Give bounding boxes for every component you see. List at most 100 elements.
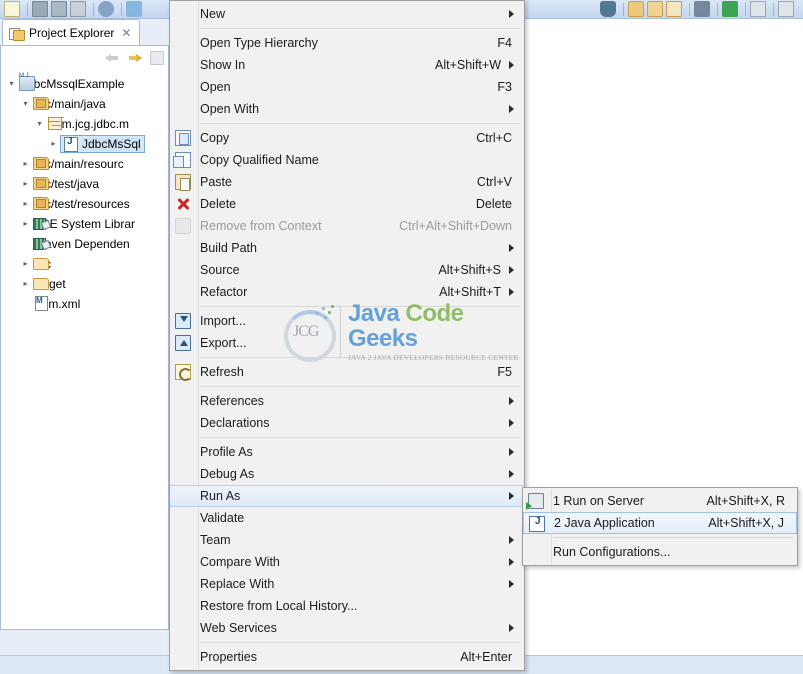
menu-item-accelerator: Delete [475, 197, 512, 211]
misc-icon[interactable] [778, 1, 794, 17]
menu-item-validate[interactable]: Validate [170, 507, 524, 529]
menu-item-label: Profile As [200, 445, 253, 459]
menu-item-2-java-application[interactable]: 2 Java Application Alt+Shift+X, J [523, 512, 797, 534]
menu-item-replace-with[interactable]: Replace With [170, 573, 524, 595]
run-icon[interactable] [722, 1, 738, 17]
print-icon[interactable] [70, 1, 86, 17]
menu-item-label: Export... [200, 336, 247, 350]
shield-icon[interactable] [694, 1, 710, 17]
menu-item-1-run-on-server[interactable]: 1 Run on Server Alt+Shift+X, R [523, 490, 797, 512]
menu-item-refresh[interactable]: Refresh F5 [170, 361, 524, 383]
tree-item[interactable]: Maven Dependen [1, 234, 168, 254]
toolbar-separator [773, 2, 774, 16]
twistie-icon[interactable]: ▸ [19, 274, 32, 294]
menu-item-open-with[interactable]: Open With [170, 98, 524, 120]
menu-item-build-path[interactable]: Build Path [170, 237, 524, 259]
menu-item-properties[interactable]: Properties Alt+Enter [170, 646, 524, 668]
menu-item-open-type-hierarchy[interactable]: Open Type Hierarchy F4 [170, 32, 524, 54]
menu-item-import[interactable]: Import... [170, 310, 524, 332]
tree-item[interactable]: ▾ com.jcg.jdbc.m [1, 114, 168, 134]
menu-item-label: Compare With [200, 555, 280, 569]
twistie-icon[interactable]: ▾ [33, 114, 46, 134]
submenu-arrow-icon [509, 492, 514, 500]
save-all-icon[interactable] [51, 1, 67, 17]
menu-item-declarations[interactable]: Declarations [170, 412, 524, 434]
submenu-arrow-icon [509, 244, 514, 252]
new-folder-icon[interactable] [666, 1, 682, 17]
twistie-icon[interactable]: ▾ [19, 94, 32, 114]
menu-item-run-configurations[interactable]: Run Configurations... [523, 541, 797, 563]
menu-item-label: Open Type Hierarchy [200, 36, 318, 50]
menu-item-copy[interactable]: Copy Ctrl+C [170, 127, 524, 149]
context-menu[interactable]: New Open Type Hierarchy F4 Show In Alt+Shift… [169, 0, 525, 671]
tree-item[interactable]: ▸ src [1, 254, 168, 274]
menu-separator [200, 357, 520, 358]
tree-item[interactable]: ▸ src/main/resourc [1, 154, 168, 174]
menu-item-source[interactable]: Source Alt+Shift+S [170, 259, 524, 281]
menu-item-web-services[interactable]: Web Services [170, 617, 524, 639]
menu-item-label: Import... [200, 314, 246, 328]
tab-label: Project Explorer [29, 25, 115, 40]
menu-item-team[interactable]: Team [170, 529, 524, 551]
tree-item[interactable]: ▸ src/test/java [1, 174, 168, 194]
menu-item-copy-qualified-name[interactable]: Copy Qualified Name [170, 149, 524, 171]
back-arrow-icon[interactable] [104, 51, 120, 65]
twistie-icon[interactable]: ▾ [5, 74, 18, 94]
tree-item[interactable]: ▾ src/main/java [1, 94, 168, 114]
submenu-arrow-icon [509, 105, 514, 113]
undo-icon[interactable] [126, 1, 142, 17]
menu-item-new[interactable]: New [170, 3, 524, 25]
open-folder-icon[interactable] [628, 1, 644, 17]
menu-item-export[interactable]: Export... [170, 332, 524, 354]
tree-item[interactable]: ▾ JdbcMssqlExample [1, 74, 168, 94]
twistie-icon[interactable]: ▸ [19, 254, 32, 274]
tab-project-explorer[interactable]: Project Explorer ✕ [2, 19, 141, 45]
menu-item-label: Declarations [200, 416, 270, 430]
menu-item-label: 1 Run on Server [553, 494, 645, 508]
tree-item[interactable]: ▸ target [1, 274, 168, 294]
twistie-icon[interactable]: ▸ [19, 174, 32, 194]
twistie-icon[interactable]: ▸ [19, 214, 32, 234]
twistie-icon[interactable]: ▸ [19, 194, 32, 214]
search-icon[interactable] [98, 1, 114, 17]
menu-item-show-in[interactable]: Show In Alt+Shift+W [170, 54, 524, 76]
close-icon[interactable]: ✕ [121, 27, 131, 39]
project-tree[interactable]: ▾ JdbcMssqlExample ▾ src/main/java ▾ com.jcg.… [0, 70, 169, 630]
menu-item-delete[interactable]: Delete Delete [170, 193, 524, 215]
twistie-icon[interactable]: ▸ [19, 154, 32, 174]
menu-item-remove-from-context[interactable]: Remove from Context Ctrl+Alt+Shift+Down [170, 215, 524, 237]
menu-item-compare-with[interactable]: Compare With [170, 551, 524, 573]
eclipse-ide-window: Project Explorer ✕ ▾ JdbcMssqlExample ▾ src… [0, 0, 803, 674]
submenu-arrow-icon [509, 580, 514, 588]
save-icon[interactable] [32, 1, 48, 17]
run-as-submenu[interactable]: 1 Run on Server Alt+Shift+X, R 2 Java Appl… [522, 487, 798, 566]
debug-icon[interactable] [600, 1, 616, 17]
menu-item-paste[interactable]: Paste Ctrl+V [170, 171, 524, 193]
menu-item-label: Debug As [200, 467, 255, 481]
twistie-icon[interactable]: ▸ [47, 134, 60, 154]
menu-item-label: Team [200, 533, 231, 547]
submenu-arrow-icon [509, 624, 514, 632]
menu-item-open[interactable]: Open F3 [170, 76, 524, 98]
menu-item-profile-as[interactable]: Profile As [170, 441, 524, 463]
tree-item[interactable]: ▸ JdbcMsSql [1, 134, 168, 154]
forward-arrow-icon[interactable] [127, 51, 143, 65]
tree-item[interactable]: pom.xml [1, 294, 168, 314]
menu-separator [200, 386, 520, 387]
collapse-all-icon[interactable] [150, 51, 164, 65]
menu-item-debug-as[interactable]: Debug As [170, 463, 524, 485]
menu-item-run-as[interactable]: Run As [170, 485, 524, 507]
external-tools-icon[interactable] [750, 1, 766, 17]
menu-separator [200, 437, 520, 438]
new-document-icon[interactable] [4, 1, 20, 17]
menu-separator [200, 123, 520, 124]
submenu-arrow-icon [509, 448, 514, 456]
tree-item[interactable]: ▸ src/test/resources [1, 194, 168, 214]
java-file-icon [62, 136, 79, 152]
menu-item-refactor[interactable]: Refactor Alt+Shift+T [170, 281, 524, 303]
menu-item-accelerator: F5 [497, 365, 512, 379]
menu-item-references[interactable]: References [170, 390, 524, 412]
menu-item-restore-from-local-history[interactable]: Restore from Local History... [170, 595, 524, 617]
tree-item[interactable]: ▸ JRE System Librar [1, 214, 168, 234]
open-folder-alt-icon[interactable] [647, 1, 663, 17]
